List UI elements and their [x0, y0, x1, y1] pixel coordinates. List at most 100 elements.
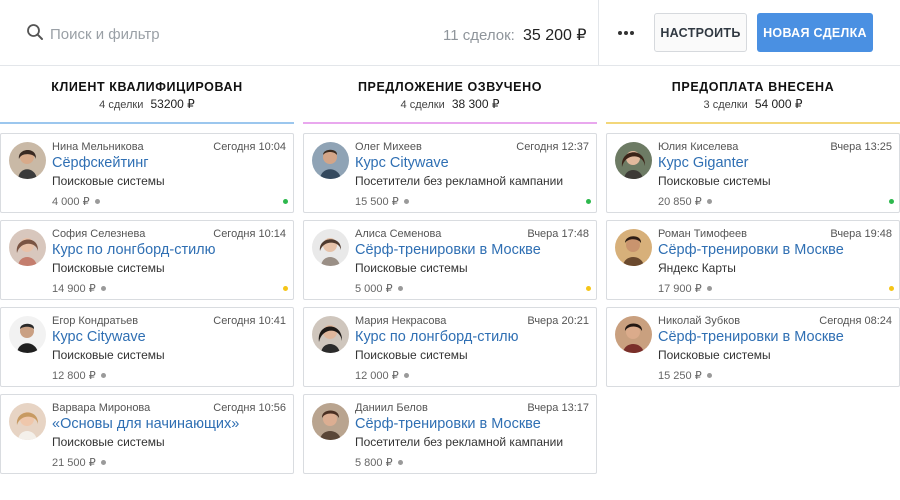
avatar	[312, 142, 349, 179]
search-box[interactable]	[26, 23, 250, 46]
more-icon[interactable]	[612, 20, 640, 46]
price-dot-icon	[706, 372, 712, 378]
column-amount: 53200 ₽	[150, 97, 195, 111]
deal-time: Сегодня 10:41	[213, 315, 286, 327]
price-dot-icon	[100, 459, 106, 465]
deal-title-link[interactable]: Курс Citywave	[52, 329, 146, 345]
deal-source: Поисковые системы	[52, 174, 165, 188]
status-dot-green	[586, 199, 591, 204]
price-value: 20 850 ₽	[658, 196, 702, 208]
deal-price: 17 900 ₽	[658, 282, 712, 295]
avatar	[312, 403, 349, 440]
deal-card[interactable]: София Селезнева Сегодня 10:14 Курс по ло…	[0, 220, 294, 300]
price-value: 15 500 ₽	[355, 196, 399, 208]
deal-card[interactable]: Николай Зубков Сегодня 08:24 Сёрф-тренир…	[606, 307, 900, 387]
status-dot-yellow	[889, 286, 894, 291]
price-value: 17 900 ₽	[658, 283, 702, 295]
price-value: 14 900 ₽	[52, 283, 96, 295]
deal-title-link[interactable]: Курс по лонгборд-стилю	[355, 329, 519, 345]
search-icon[interactable]	[26, 23, 44, 46]
column-title: ПРЕДЛОЖЕНИЕ ОЗВУЧЕНО	[357, 80, 543, 94]
status-dot-yellow	[283, 286, 288, 291]
deal-card[interactable]: Егор Кондратьев Сегодня 10:41 Курс Cityw…	[0, 307, 294, 387]
deal-price: 15 500 ₽	[355, 195, 409, 208]
deal-time: Вчера 13:17	[527, 402, 589, 414]
price-value: 21 500 ₽	[52, 457, 96, 469]
price-value: 5 000 ₽	[355, 283, 393, 295]
deal-time: Сегодня 12:37	[516, 141, 589, 153]
new-deal-button[interactable]: НОВАЯ СДЕЛКА	[757, 13, 873, 52]
column-deal-count: 4 сделки	[99, 99, 144, 111]
deal-card[interactable]: Роман Тимофеев Вчера 19:48 Сёрф-трениров…	[606, 220, 900, 300]
deal-time: Сегодня 10:14	[213, 228, 286, 240]
contact-name: Даниил Белов	[355, 402, 428, 414]
deal-source: Поисковые системы	[658, 174, 771, 188]
price-value: 15 250 ₽	[658, 370, 702, 382]
deal-card[interactable]: Алиса Семенова Вчера 17:48 Сёрф-трениров…	[303, 220, 597, 300]
deal-title-link[interactable]: Сёрф-тренировки в Москве	[355, 242, 541, 258]
deal-card[interactable]: Мария Некрасова Вчера 20:21 Курс по лонг…	[303, 307, 597, 387]
deals-total: 35 200 ₽	[523, 27, 587, 44]
contact-name: Егор Кондратьев	[52, 315, 139, 327]
deal-source: Поисковые системы	[52, 435, 165, 449]
deals-summary: 11 сделок: 35 200 ₽	[443, 25, 587, 45]
avatar	[9, 229, 46, 266]
price-dot-icon	[403, 372, 409, 378]
deal-title-link[interactable]: Сёрф-тренировки в Москве	[658, 329, 844, 345]
deal-title-link[interactable]: Курс Giganter	[658, 155, 749, 171]
deal-card[interactable]: Даниил Белов Вчера 13:17 Сёрф-тренировки…	[303, 394, 597, 474]
deal-title-link[interactable]: Сёрфскейтинг	[52, 155, 149, 171]
avatar	[615, 142, 652, 179]
deal-card[interactable]: Юлия Киселева Вчера 13:25 Курс Giganter …	[606, 133, 900, 213]
contact-name: Николай Зубков	[658, 315, 741, 327]
deal-time: Сегодня 08:24	[819, 315, 892, 327]
pipeline-column-offer: ПРЕДЛОЖЕНИЕ ОЗВУЧЕНО 4 сделки 38 300 ₽ О…	[303, 66, 597, 500]
column-deal-count: 4 сделки	[400, 99, 445, 111]
deal-title-link[interactable]: Курс по лонгборд-стилю	[52, 242, 216, 258]
configure-button[interactable]: НАСТРОИТЬ	[654, 13, 747, 52]
deal-title-link[interactable]: Сёрф-тренировки в Москве	[355, 416, 541, 432]
price-value: 4 000 ₽	[52, 196, 90, 208]
contact-name: Юлия Киселева	[658, 141, 739, 153]
price-dot-icon	[706, 198, 712, 204]
column-title: КЛИЕНТ КВАЛИФИЦИРОВАН	[51, 80, 243, 94]
deal-title-link[interactable]: Сёрф-тренировки в Москве	[658, 242, 844, 258]
deal-card[interactable]: Олег Михеев Сегодня 12:37 Курс Citywave …	[303, 133, 597, 213]
deal-price: 12 000 ₽	[355, 369, 409, 382]
price-value: 12 000 ₽	[355, 370, 399, 382]
column-amount: 54 000 ₽	[754, 97, 803, 111]
deal-title-link[interactable]: Курс Citywave	[355, 155, 449, 171]
avatar	[615, 316, 652, 353]
price-value: 5 800 ₽	[355, 457, 393, 469]
contact-name: София Селезнева	[52, 228, 146, 240]
deal-time: Вчера 19:48	[830, 228, 892, 240]
deal-time: Вчера 17:48	[527, 228, 589, 240]
deal-time: Сегодня 10:56	[213, 402, 286, 414]
column-meta: 3 сделки 54 000 ₽	[606, 97, 900, 111]
deal-card[interactable]: Нина Мельникова Сегодня 10:04 Сёрфскейти…	[0, 133, 294, 213]
avatar	[615, 229, 652, 266]
deal-price: 14 900 ₽	[52, 282, 106, 295]
deal-time: Вчера 13:25	[830, 141, 892, 153]
price-dot-icon	[100, 372, 106, 378]
search-input[interactable]	[50, 25, 250, 43]
price-dot-icon	[100, 285, 106, 291]
contact-name: Мария Некрасова	[355, 315, 447, 327]
column-meta: 4 сделки 53200 ₽	[0, 97, 294, 111]
column-header: КЛИЕНТ КВАЛИФИЦИРОВАН 4 сделки 53200 ₽	[0, 66, 294, 122]
deal-price: 5 800 ₽	[355, 456, 403, 469]
column-meta: 4 сделки 38 300 ₽	[303, 97, 597, 111]
price-dot-icon	[94, 198, 100, 204]
column-deal-count: 3 сделки	[703, 99, 748, 111]
deal-price: 12 800 ₽	[52, 369, 106, 382]
deal-title-link[interactable]: «Основы для начинающих»	[52, 416, 239, 432]
price-dot-icon	[397, 459, 403, 465]
deal-source: Посетители без рекламной кампании	[355, 435, 564, 449]
deal-card[interactable]: Варвара Миронова Сегодня 10:56 «Основы д…	[0, 394, 294, 474]
deal-source: Посетители без рекламной кампании	[355, 174, 564, 188]
price-dot-icon	[706, 285, 712, 291]
column-header: ПРЕДОПЛАТА ВНЕСЕНА 3 сделки 54 000 ₽	[606, 66, 900, 122]
status-dot-green	[283, 199, 288, 204]
contact-name: Нина Мельникова	[52, 141, 144, 153]
avatar	[312, 316, 349, 353]
